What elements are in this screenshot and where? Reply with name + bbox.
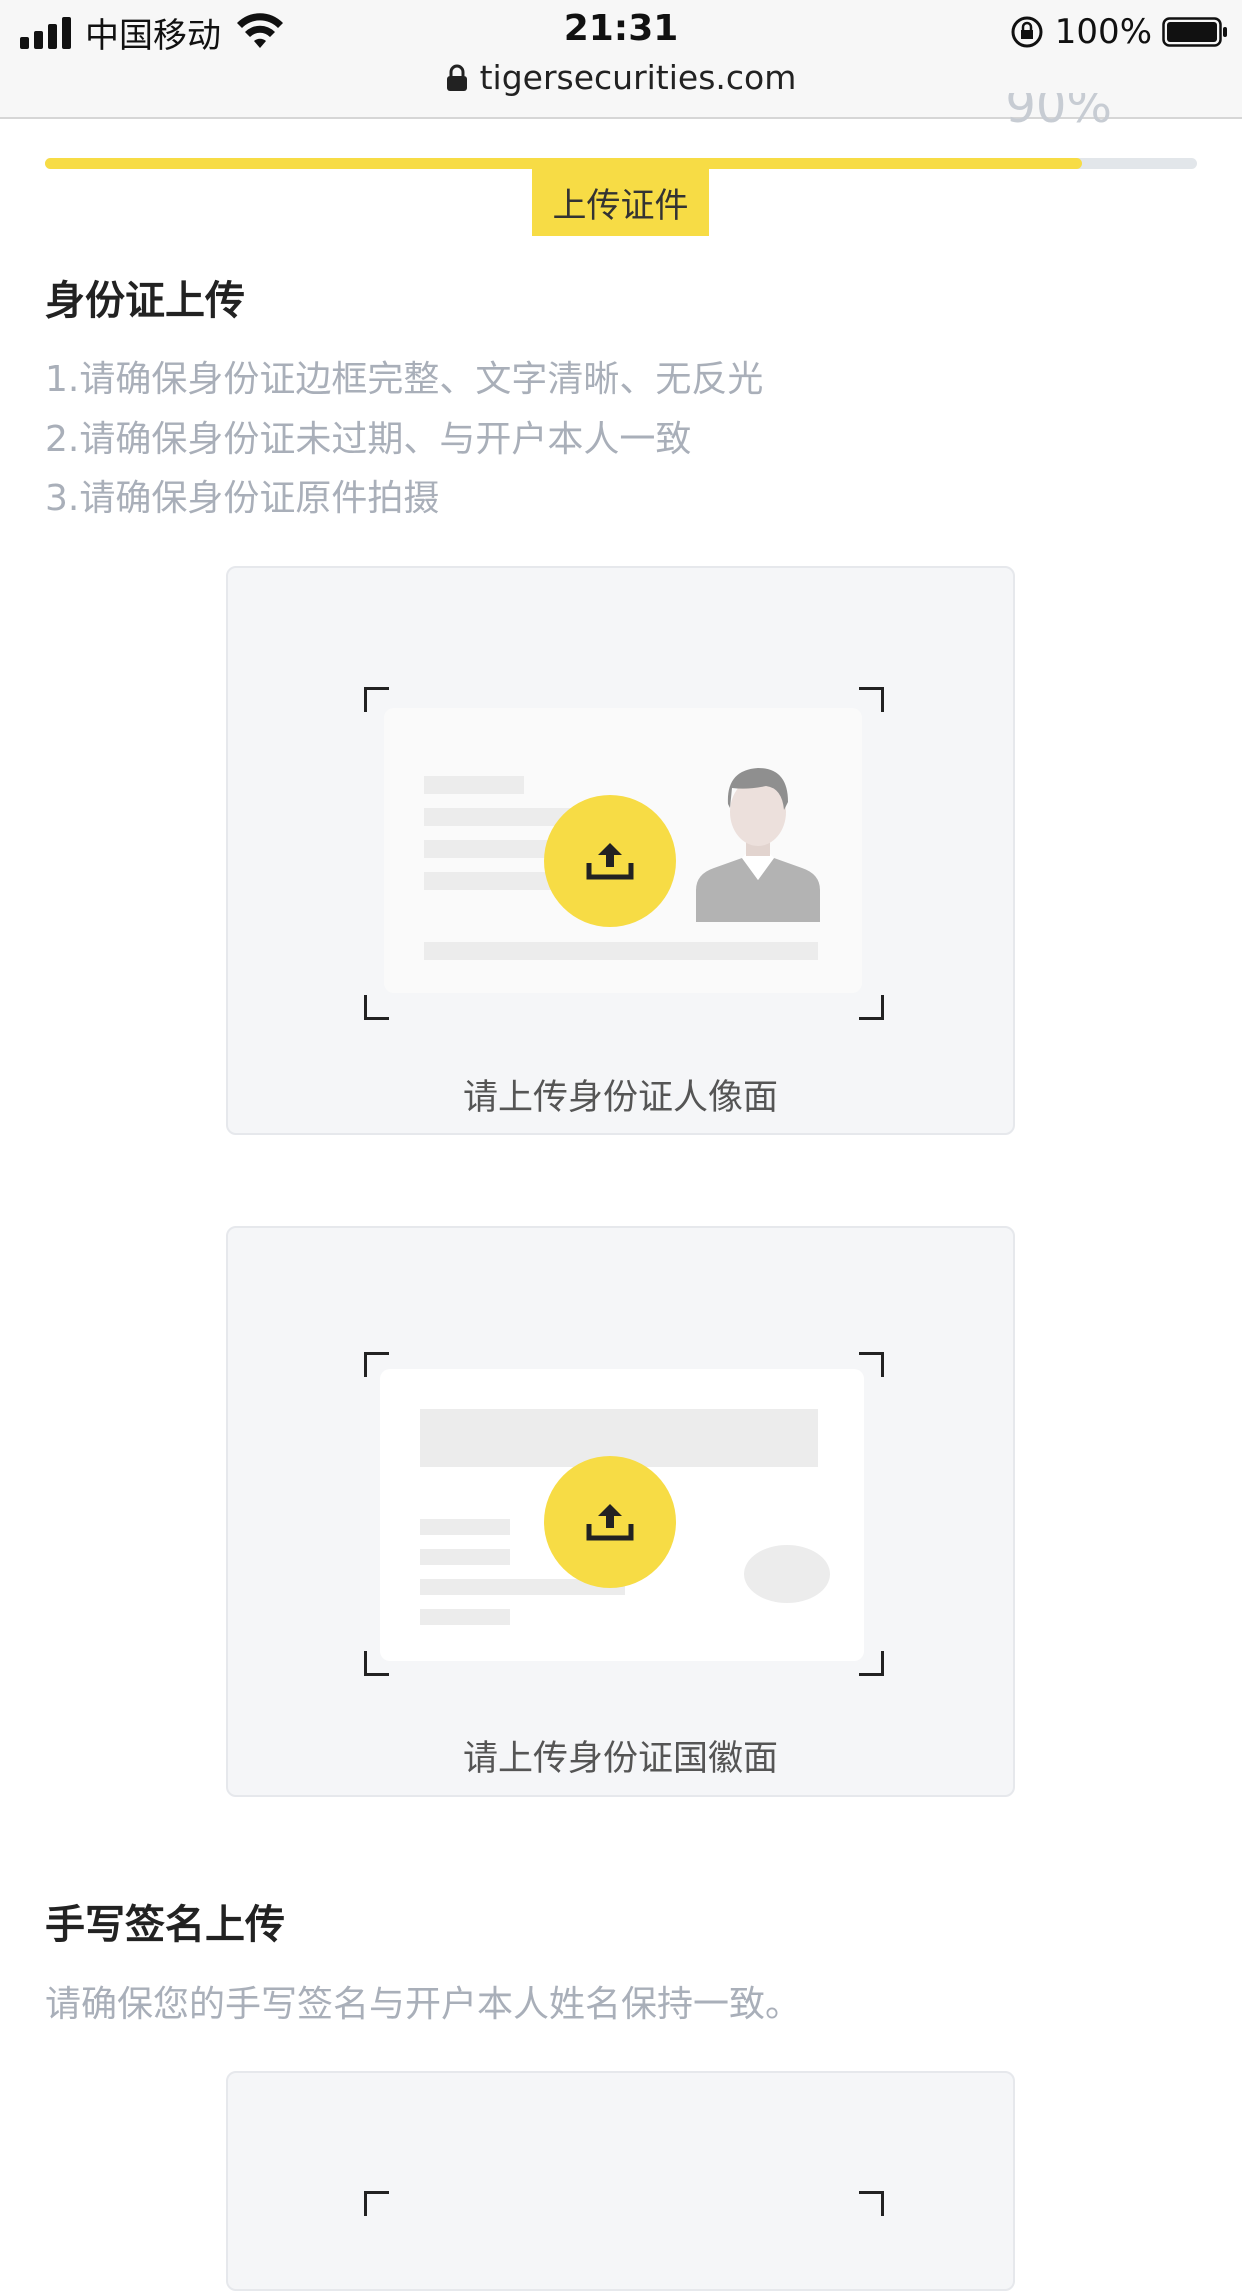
id-front-upload-card[interactable]: 请上传身份证人像面 bbox=[226, 566, 1015, 1135]
frame-corner bbox=[364, 687, 389, 712]
signature-upload-card[interactable] bbox=[226, 2071, 1015, 2291]
id-section-title: 身份证上传 bbox=[45, 278, 245, 324]
progress-percent: 90% bbox=[1005, 93, 1112, 133]
id-tip-2: 2.请确保身份证未过期、与开户本人一致 bbox=[45, 419, 692, 460]
rotation-lock-icon bbox=[1011, 16, 1043, 48]
upload-icon bbox=[586, 843, 634, 880]
status-right: 100% bbox=[1009, 10, 1228, 54]
id-back-label: 请上传身份证国徽面 bbox=[462, 1739, 778, 1779]
url-text: tigersecurities.com bbox=[479, 58, 797, 97]
frame-corner bbox=[364, 2191, 389, 2216]
upload-back-button[interactable] bbox=[544, 1456, 676, 1588]
upload-front-button[interactable] bbox=[544, 795, 676, 927]
frame-corner bbox=[364, 995, 389, 1020]
id-tip-1: 1.请确保身份证边框完整、文字清晰、无反光 bbox=[45, 359, 764, 400]
id-front-label: 请上传身份证人像面 bbox=[462, 1078, 778, 1118]
upload-icon bbox=[586, 1504, 634, 1541]
padlock-icon bbox=[446, 64, 467, 91]
signature-tip: 请确保您的手写签名与开户本人姓名保持一致。 bbox=[45, 1984, 802, 2025]
frame-corner bbox=[859, 2191, 884, 2216]
current-step-tag: 上传证件 bbox=[532, 168, 709, 236]
frame-corner bbox=[859, 995, 884, 1020]
id-back-upload-card[interactable]: 请上传身份证国徽面 bbox=[226, 1226, 1015, 1797]
id-tip-3: 3.请确保身份证原件拍摄 bbox=[45, 478, 440, 519]
address-bar[interactable]: tigersecurities.com bbox=[0, 58, 1242, 97]
frame-corner bbox=[859, 687, 884, 712]
battery-icon bbox=[1162, 17, 1227, 47]
battery-percent: 100% bbox=[1054, 12, 1152, 52]
signature-section-title: 手写签名上传 bbox=[45, 1902, 285, 1948]
portrait-icon bbox=[696, 768, 820, 922]
